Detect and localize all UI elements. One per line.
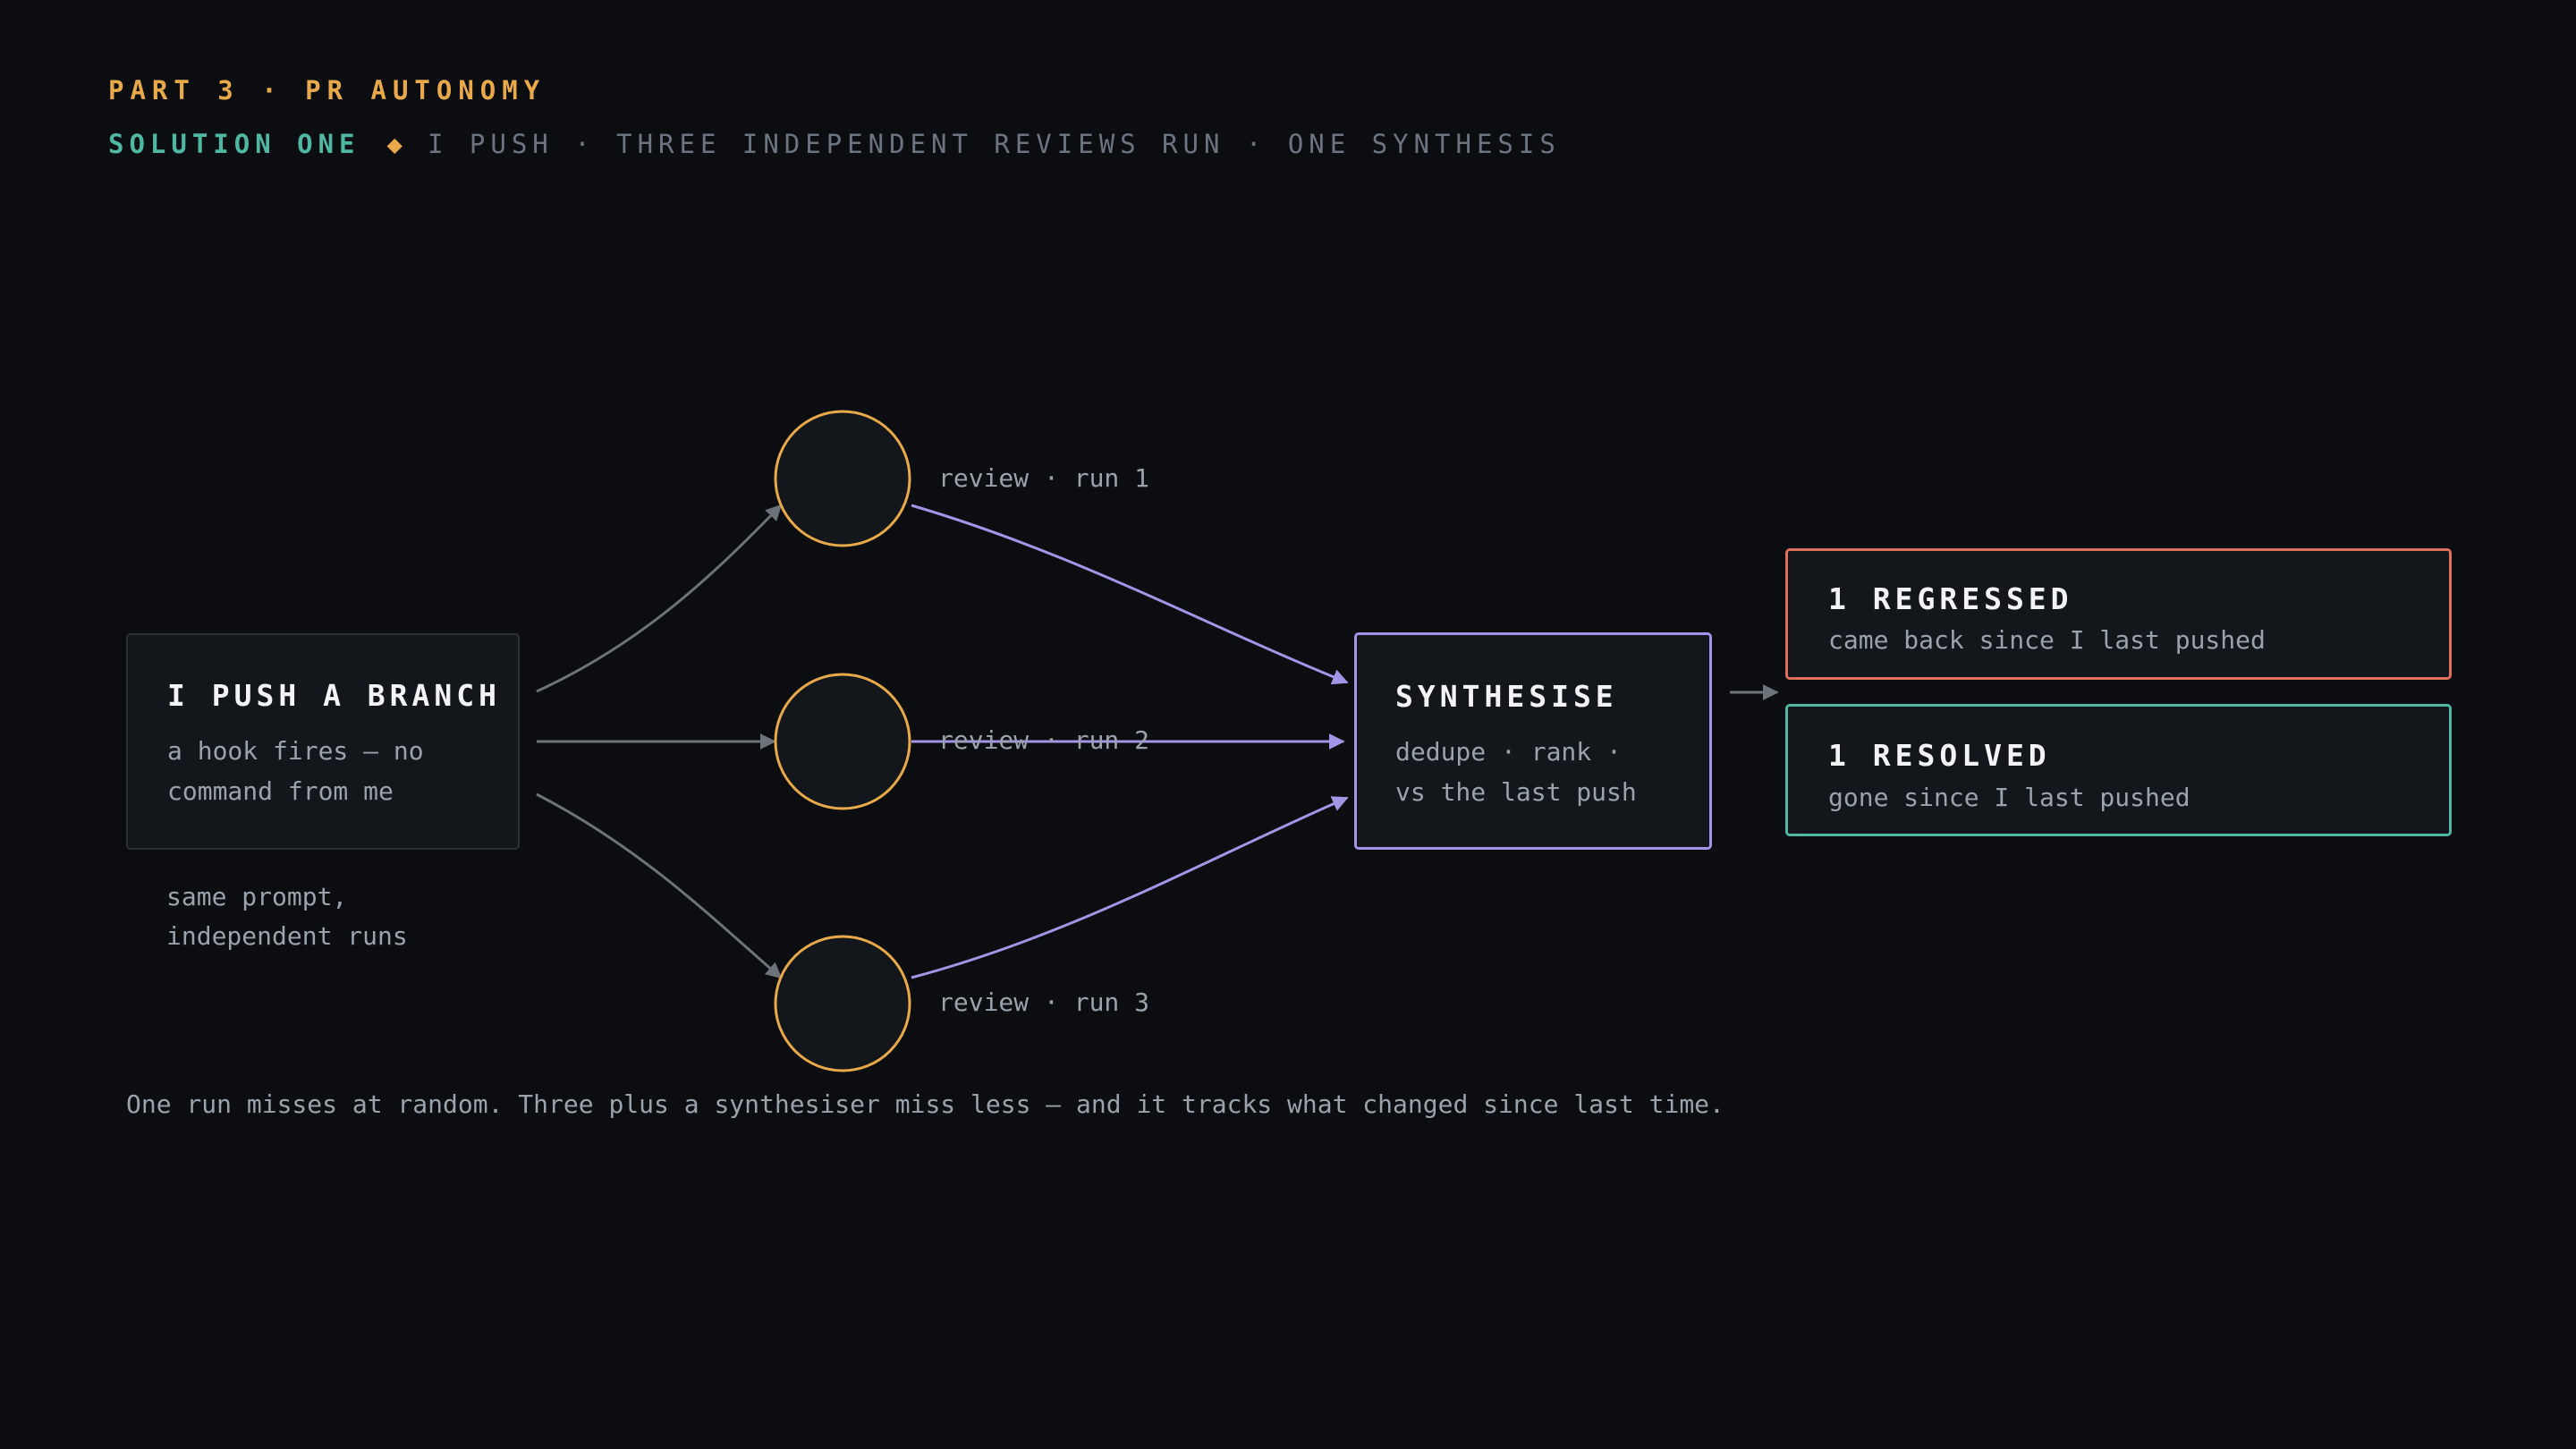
push-note: same prompt, independent runs xyxy=(166,882,408,951)
review-run-2-label: review · run 2 xyxy=(938,725,1150,755)
arrow-push-to-run-3 xyxy=(536,792,783,979)
resolved-description: gone since I last pushed xyxy=(1828,783,2190,812)
push-branch-description: a hook fires — no command from me xyxy=(167,736,424,806)
diagram-caption: One run misses at random. Three plus a s… xyxy=(126,1089,1724,1119)
synthesise-description: dedupe · rank · vs the last push xyxy=(1395,737,1637,807)
resolved-title: 1 RESOLVED xyxy=(1828,738,2051,773)
review-run-3-label: review · run 3 xyxy=(938,987,1150,1017)
push-branch-title: I PUSH A BRANCH xyxy=(167,678,502,713)
review-node-2 xyxy=(774,673,911,810)
review-node-1 xyxy=(774,410,911,547)
arrow-run-1-to-synth xyxy=(911,504,1349,685)
review-run-1-label: review · run 1 xyxy=(938,463,1150,493)
push-branch-box: I PUSH A BRANCH a hook fires — no comman… xyxy=(126,633,520,850)
regressed-description: came back since I last pushed xyxy=(1828,625,2266,655)
regressed-box: 1 REGRESSED came back since I last pushe… xyxy=(1785,548,2452,680)
synthesise-box: SYNTHESISE dedupe · rank · vs the last p… xyxy=(1354,632,1712,850)
review-node-3 xyxy=(774,935,911,1072)
resolved-box: 1 RESOLVED gone since I last pushed xyxy=(1785,704,2452,836)
arrow-run-3-to-synth xyxy=(911,796,1349,979)
regressed-title: 1 REGRESSED xyxy=(1828,581,2073,616)
arrow-push-to-run-1 xyxy=(536,504,783,693)
synthesise-title: SYNTHESISE xyxy=(1395,679,1618,714)
